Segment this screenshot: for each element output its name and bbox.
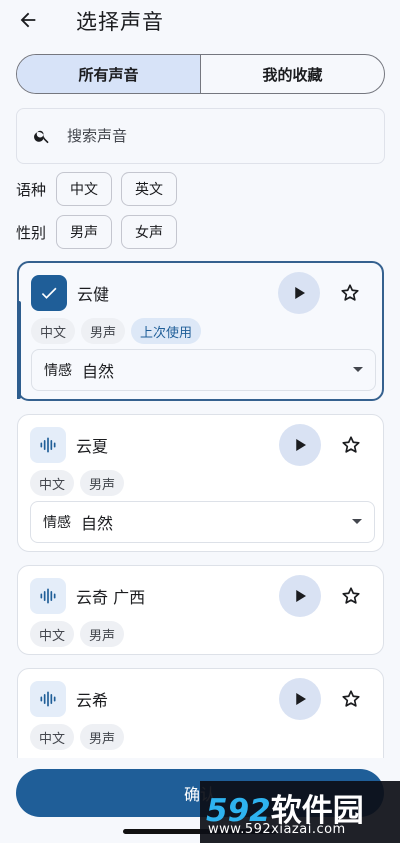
search-input[interactable] (67, 127, 347, 145)
play-icon (296, 590, 306, 602)
page-title: 选择声音 (76, 10, 164, 34)
chip-female[interactable]: 女声 (121, 215, 177, 249)
emotion-label: 情感 (43, 515, 71, 531)
back-button[interactable] (12, 4, 44, 36)
favorite-button[interactable] (339, 584, 363, 608)
tab-all-voices[interactable]: 所有声音 (17, 55, 200, 93)
dropdown-arrow-icon (353, 367, 363, 372)
chip-male[interactable]: 男声 (56, 215, 112, 249)
tag-language: 中文 (30, 470, 75, 496)
play-button[interactable] (278, 272, 320, 314)
emotion-value: 自然 (82, 362, 115, 381)
emotion-dropdown[interactable]: 情感 自然 (31, 349, 376, 391)
star-outline-icon (341, 284, 359, 301)
play-icon (295, 287, 305, 299)
voice-name: 云健 (77, 285, 110, 304)
star-outline-icon (342, 587, 360, 604)
voice-name: 云夏 (76, 437, 109, 456)
selected-checkbox[interactable] (31, 275, 67, 311)
dropdown-arrow-icon (352, 519, 362, 524)
app-bar: 选择声音 (0, 0, 400, 40)
emotion-value: 自然 (81, 514, 114, 533)
chip-chinese[interactable]: 中文 (56, 172, 112, 206)
arrow-left-icon (20, 12, 36, 28)
star-outline-icon (342, 436, 360, 453)
voice-card[interactable]: 云奇 广西 中文 男声 (17, 565, 384, 655)
tag-language: 中文 (30, 724, 75, 750)
waveform-icon (40, 691, 56, 707)
waveform-icon (40, 588, 56, 604)
check-icon (41, 287, 57, 299)
tag-language: 中文 (31, 318, 76, 344)
favorite-button[interactable] (339, 433, 363, 457)
watermark-url: www.592xiazai.com (208, 822, 346, 837)
waveform-badge (30, 578, 66, 614)
play-icon (296, 439, 306, 451)
tag-language: 中文 (30, 621, 75, 647)
waveform-badge (30, 681, 66, 717)
favorite-button[interactable] (339, 687, 363, 711)
voice-name: 云奇 广西 (76, 588, 146, 607)
play-icon (296, 693, 306, 705)
tag-gender: 男声 (80, 621, 125, 647)
waveform-icon (40, 437, 56, 453)
language-label: 语种 (16, 180, 47, 199)
favorite-button[interactable] (338, 281, 362, 305)
emotion-label: 情感 (44, 363, 72, 379)
voice-tags: 中文 男声 上次使用 (31, 318, 207, 344)
play-button[interactable] (279, 575, 321, 617)
voice-tags: 中文 男声 (30, 724, 130, 750)
search-box[interactable] (16, 108, 385, 164)
watermark: 592软件园 www.592xiazai.com (200, 781, 400, 843)
tag-gender: 男声 (80, 470, 125, 496)
voice-tabs: 所有声音 我的收藏 (16, 54, 385, 94)
tag-gender: 男声 (81, 318, 126, 344)
search-icon (34, 130, 49, 144)
tag-last-used: 上次使用 (131, 318, 202, 344)
play-button[interactable] (279, 678, 321, 720)
voice-tags: 中文 男声 (30, 621, 130, 647)
tag-gender: 男声 (80, 724, 125, 750)
voice-card[interactable]: 云健 中文 男声 上次使用 情感 自然 (17, 261, 384, 401)
emotion-dropdown[interactable]: 情感 自然 (30, 501, 375, 543)
voice-card[interactable]: 云夏 中文 男声 情感 自然 (17, 414, 384, 552)
language-filter: 语种 中文 英文 (16, 172, 186, 206)
gender-label: 性别 (16, 223, 47, 242)
voice-tags: 中文 男声 (30, 470, 130, 496)
waveform-badge (30, 427, 66, 463)
chip-english[interactable]: 英文 (121, 172, 177, 206)
voice-name: 云希 (76, 691, 109, 710)
gender-filter: 性别 男声 女声 (16, 215, 186, 249)
tab-favorites[interactable]: 我的收藏 (200, 55, 384, 93)
play-button[interactable] (279, 424, 321, 466)
star-outline-icon (342, 690, 360, 707)
